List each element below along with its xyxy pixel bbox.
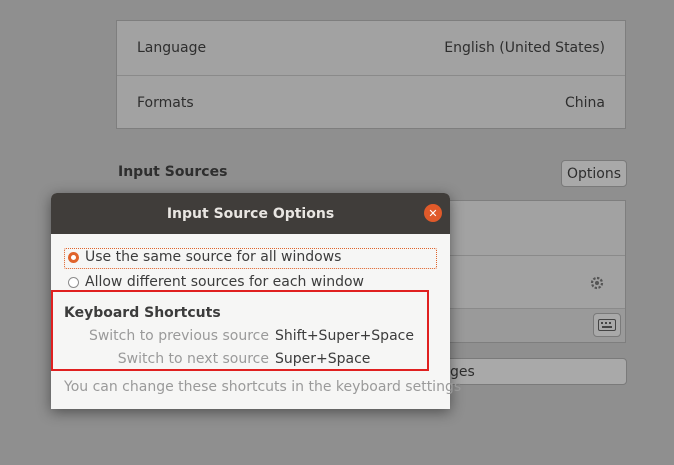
close-button[interactable]: ✕ — [424, 204, 442, 222]
keyboard-icon — [598, 319, 616, 331]
shortcut-previous-value: Shift+Super+Space — [275, 328, 414, 344]
keyboard-shortcuts-title: Keyboard Shortcuts — [64, 305, 221, 321]
radio-different-sources-label: Allow different sources for each window — [85, 274, 364, 290]
radio-same-source-indicator[interactable] — [68, 251, 79, 263]
dialog-titlebar[interactable]: Input Source Options ✕ — [51, 193, 450, 234]
formats-row[interactable]: Formats China — [117, 75, 625, 129]
language-value: English (United States) — [444, 40, 605, 56]
formats-value: China — [565, 94, 605, 111]
language-label: Language — [137, 40, 207, 56]
shortcut-next-value: Super+Space — [275, 351, 371, 367]
radio-different-sources-indicator[interactable] — [68, 276, 79, 288]
language-row[interactable]: Language English (United States) — [117, 21, 625, 75]
dialog-title: Input Source Options — [166, 205, 335, 222]
keyboard-settings-hint: You can change these shortcuts in the ke… — [64, 379, 462, 395]
close-icon: ✕ — [428, 206, 438, 220]
manage-languages-label: ges — [450, 363, 475, 380]
keyboard-layout-button[interactable] — [593, 313, 621, 337]
language-formats-card: Language English (United States) Formats… — [116, 20, 626, 129]
gear-icon[interactable] — [589, 275, 605, 291]
radio-different-sources[interactable]: Allow different sources for each window — [64, 274, 364, 290]
radio-same-source-label: Use the same source for all windows — [85, 249, 342, 265]
radio-same-source[interactable]: Use the same source for all windows — [64, 249, 341, 265]
shortcut-next-label: Switch to next source — [117, 351, 269, 367]
input-sources-title: Input Sources — [118, 164, 228, 180]
formats-label: Formats — [137, 94, 194, 111]
options-button[interactable]: Options — [561, 160, 627, 187]
shortcut-previous-label: Switch to previous source — [88, 328, 269, 344]
input-source-options-dialog: Input Source Options ✕ Use the same sour… — [51, 193, 461, 409]
